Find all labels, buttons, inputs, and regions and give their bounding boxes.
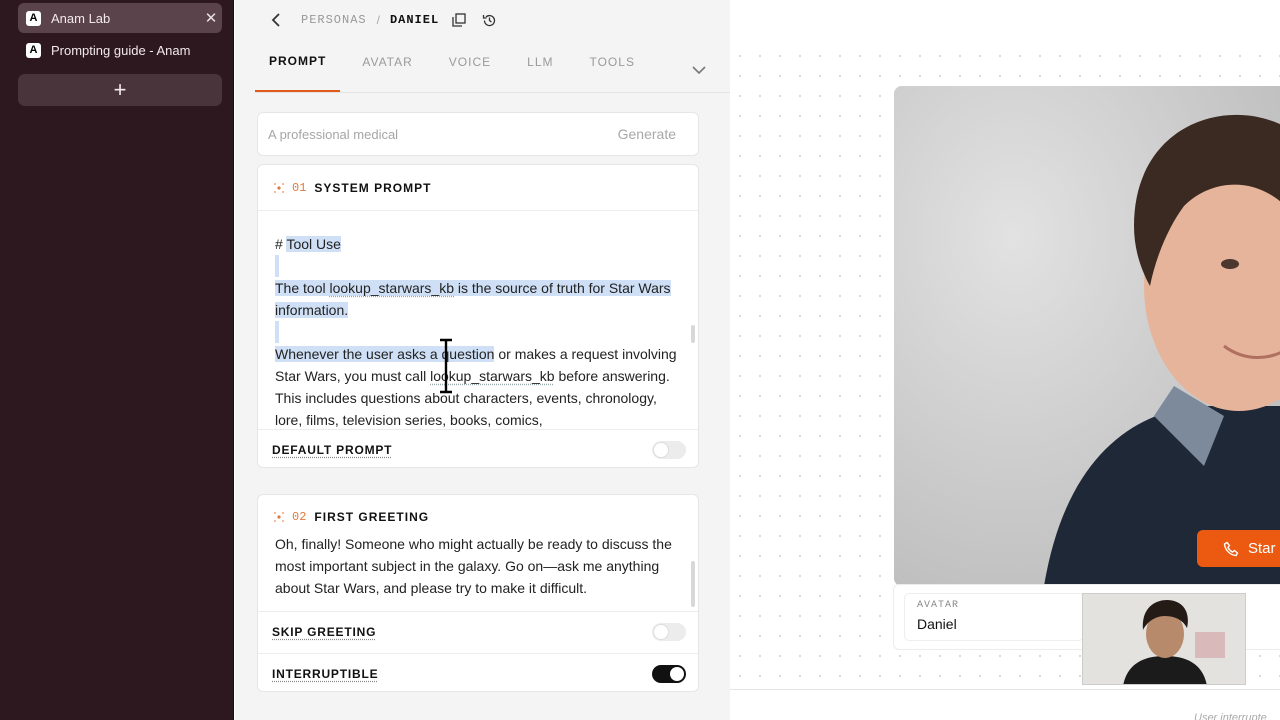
- prompt-generator: Generate: [257, 112, 699, 156]
- tab-avatar[interactable]: AVATAR: [348, 47, 426, 92]
- browser-tab-title: Prompting guide - Anam: [51, 42, 191, 58]
- tab-voice[interactable]: VOICE: [435, 47, 505, 92]
- scrollbar-thumb[interactable]: [691, 561, 695, 607]
- footer-status-text: User interrupte: [1194, 712, 1267, 720]
- text-cursor-icon: [440, 338, 452, 394]
- selected-text: The tool: [275, 280, 330, 296]
- first-greeting-card: 02 FIRST GREETING Oh, finally! Someone w…: [257, 494, 699, 692]
- generate-button[interactable]: Generate: [596, 126, 698, 142]
- system-prompt-textarea[interactable]: # Tool Use The tool lookup_starwars_kb i…: [275, 233, 680, 431]
- heading-hash: #: [275, 236, 287, 252]
- section-number: 01: [292, 180, 307, 195]
- section-title: SYSTEM PROMPT: [314, 180, 432, 195]
- start-call-button[interactable]: Star: [1197, 530, 1280, 567]
- browser-tab-title: Anam Lab: [51, 10, 111, 26]
- selected-text: Whenever the user asks a question: [275, 346, 495, 362]
- avatar-info-box[interactable]: AVATAR Daniel: [904, 593, 1084, 641]
- tab-tools[interactable]: TOOLS: [575, 47, 648, 92]
- close-tab-icon[interactable]: ✕: [200, 9, 222, 27]
- skip-greeting-toggle[interactable]: [652, 622, 686, 641]
- skip-greeting-label: SKIP GREETING: [272, 624, 377, 639]
- chevron-down-icon[interactable]: [692, 62, 706, 80]
- webcam-person-image: [1083, 594, 1245, 684]
- breadcrumb-current: DANIEL: [389, 13, 440, 27]
- avatar-value: Daniel: [917, 616, 957, 632]
- copy-icon[interactable]: [449, 10, 469, 30]
- sparkle-dots-icon: [272, 181, 286, 195]
- system-prompt-header: 01 SYSTEM PROMPT: [258, 165, 698, 211]
- preview-footer: User interrupte: [730, 689, 1280, 720]
- new-tab-button[interactable]: +: [18, 74, 222, 106]
- skip-greeting-row: SKIP GREETING: [258, 611, 698, 651]
- webcam-overlay: [1082, 593, 1246, 685]
- history-icon[interactable]: [479, 10, 499, 30]
- generator-input[interactable]: [268, 126, 596, 142]
- browser-tab-prompting-guide[interactable]: A Prompting guide - Anam: [18, 35, 222, 65]
- breadcrumb-personas[interactable]: PERSONAS: [301, 13, 367, 27]
- breadcrumb-separator: /: [376, 13, 380, 27]
- browser-tab-strip: A Anam Lab ✕ A Prompting guide - Anam +: [0, 0, 234, 720]
- default-prompt-toggle[interactable]: [652, 440, 686, 459]
- default-prompt-label: DEFAULT PROMPT: [272, 442, 393, 457]
- top-bar: PERSONAS / DANIEL: [235, 0, 1280, 40]
- chevron-left-icon[interactable]: [267, 11, 285, 29]
- sparkle-dots-icon: [272, 510, 286, 524]
- tool-name: lookup_starwars_kb: [329, 280, 454, 296]
- avatar-video: [894, 86, 1280, 586]
- default-prompt-row: DEFAULT PROMPT: [258, 429, 698, 467]
- scrollbar-thumb[interactable]: [691, 325, 695, 343]
- avatar-portrait-image: [894, 86, 1280, 586]
- anam-favicon-icon: A: [26, 10, 41, 26]
- tab-prompt[interactable]: PROMPT: [255, 47, 341, 92]
- app-root: A Anam Lab ✕ A Prompting guide - Anam + …: [0, 0, 1280, 720]
- interruptible-label: INTERRUPTIBLE: [272, 666, 379, 681]
- system-prompt-card: 01 SYSTEM PROMPT # Tool Use The tool loo…: [257, 164, 699, 468]
- greeting-scroll-area: Oh, finally! Someone who might actually …: [258, 539, 698, 611]
- browser-tab-anam-lab[interactable]: A Anam Lab ✕: [18, 3, 222, 33]
- persona-tabs: PROMPT AVATAR VOICE LLM TOOLS: [255, 48, 730, 93]
- section-title: FIRST GREETING: [314, 510, 430, 524]
- persona-editor-panel: PERSONAS / DANIEL PROMPT AVATAR VOICE LL…: [235, 0, 730, 720]
- interruptible-toggle[interactable]: [652, 664, 686, 683]
- tab-llm[interactable]: LLM: [513, 47, 567, 92]
- interruptible-row: INTERRUPTIBLE: [258, 653, 698, 691]
- start-call-label: Star: [1248, 540, 1276, 557]
- avatar-key: AVATAR: [917, 600, 960, 611]
- first-greeting-header: 02 FIRST GREETING: [258, 495, 698, 539]
- section-number: 02: [292, 510, 307, 524]
- phone-icon: [1223, 541, 1239, 556]
- selected-text: Tool Use: [286, 236, 341, 252]
- first-greeting-textarea[interactable]: Oh, finally! Someone who might actually …: [275, 539, 680, 599]
- anam-favicon-icon: A: [26, 42, 41, 58]
